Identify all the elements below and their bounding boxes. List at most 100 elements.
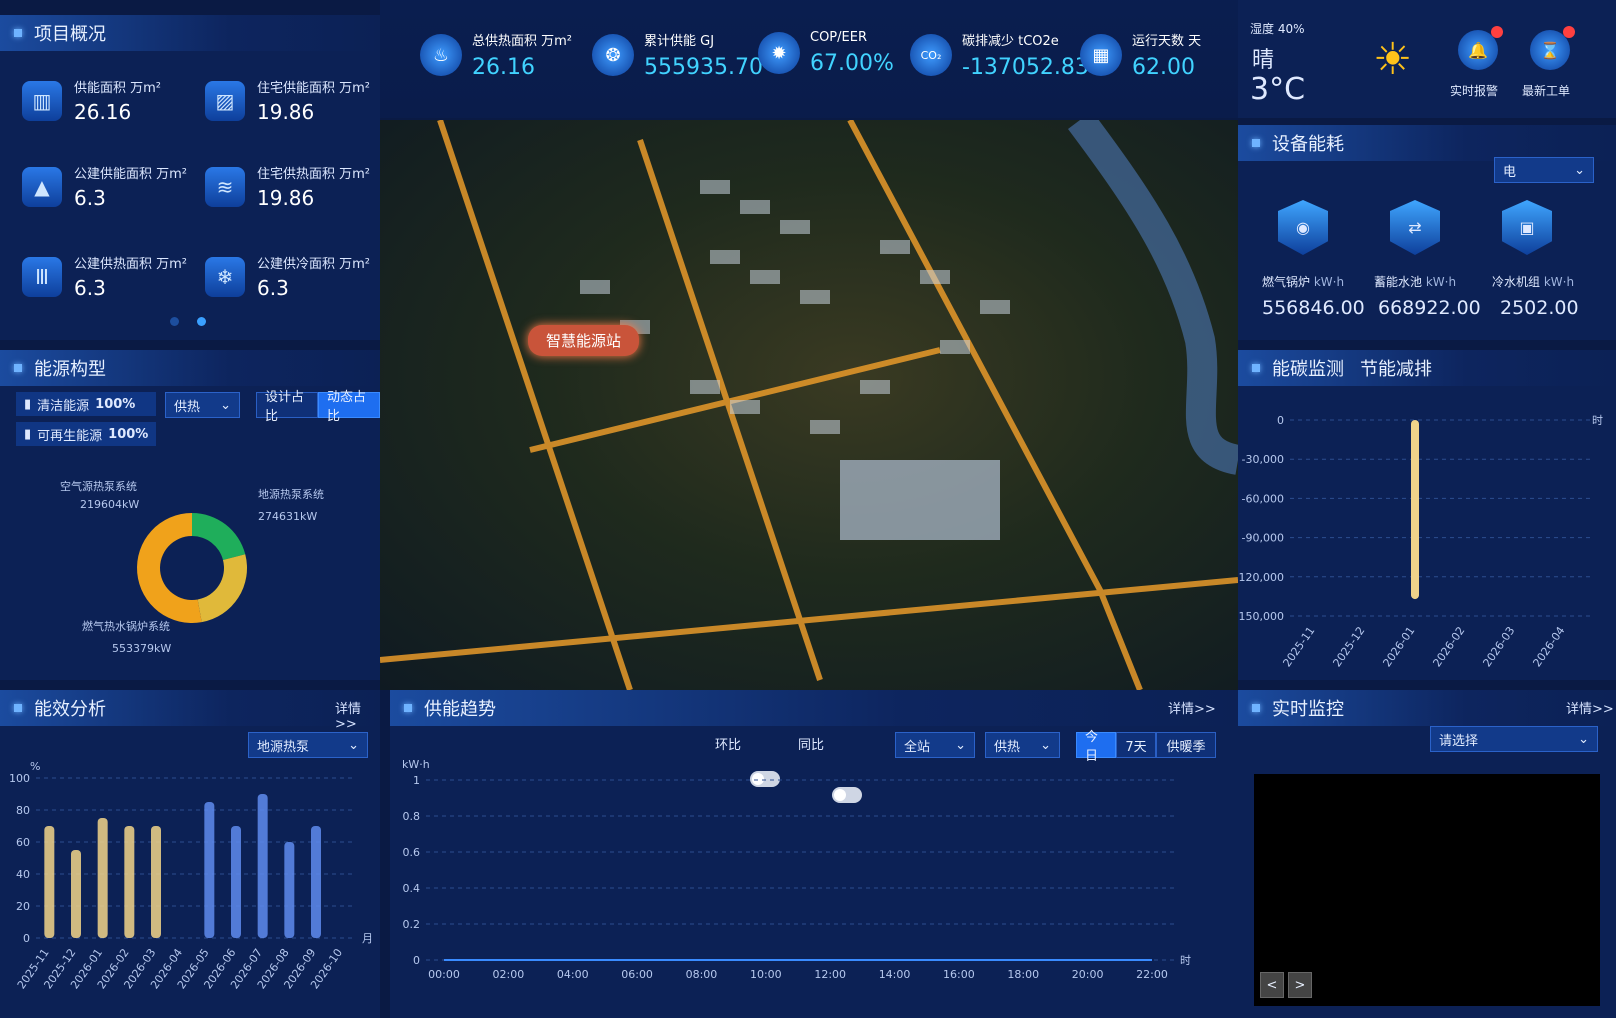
efficiency-bar-chart: %0204060801002025-112025-122026-012026-0…	[9, 760, 373, 991]
device-value-boiler: 556846.00	[1262, 297, 1365, 319]
kpi-value: 67.00%	[810, 51, 894, 76]
x-tick-label: 06:00	[621, 968, 653, 981]
tile-value: 6.3	[257, 276, 289, 300]
tile-value: 26.16	[74, 100, 132, 124]
kpi-label: 累计供能 GJ	[644, 34, 715, 49]
y-tick-label: 60	[16, 836, 30, 849]
radiator-icon: ▨	[205, 80, 245, 121]
tile-supply-area: ▥ 供能面积 万m² 26.16	[22, 77, 161, 124]
map-roads	[380, 120, 1238, 690]
carbon-bar	[1411, 420, 1419, 600]
next-camera-button[interactable]: >	[1288, 972, 1312, 998]
x-tick-label: 20:00	[1072, 968, 1104, 981]
kpi-value: 555935.70	[644, 55, 763, 80]
tile-label: 公建供能面积 万m²	[74, 167, 188, 182]
y-tick-label: 0.2	[403, 918, 421, 931]
x-tick-label: 04:00	[557, 968, 589, 981]
carbon-bar-chart: 0-30,000-60,000-90,000-120,000-150,00020…	[1238, 414, 1603, 669]
y-tick-label: 100	[9, 772, 30, 785]
select-value: 请选择	[1439, 733, 1479, 749]
y-tick-label: 0	[1277, 414, 1284, 427]
alarm-label[interactable]: 实时报警	[1450, 82, 1498, 99]
snowflake-icon: ❄	[205, 256, 245, 297]
y-tick-label: -60,000	[1242, 492, 1284, 505]
efficiency-bar	[124, 826, 135, 938]
seven-day-button[interactable]: 7天	[1116, 732, 1156, 758]
monitor-detail-link[interactable]: 详情>>	[1566, 698, 1614, 717]
tag-value: 100%	[95, 396, 136, 412]
y-unit-label: %	[30, 760, 40, 773]
panel-title-text: 设备能耗	[1272, 134, 1344, 155]
x-tick-label: 2025-11	[1280, 624, 1317, 669]
alarm-badge	[1491, 26, 1503, 38]
tile-label: 公建供冷面积 万m²	[257, 257, 371, 272]
x-tick-label: 00:00	[428, 968, 460, 981]
select-value: 供热	[994, 739, 1021, 755]
building-icon: ▥	[22, 80, 62, 121]
tag-label: 可再生能源	[37, 428, 103, 444]
tile-value: 6.3	[74, 276, 106, 300]
sun-snow-icon: ✹	[758, 32, 800, 74]
design-ratio-button[interactable]: 设计占比	[256, 390, 318, 424]
kpi-value: 62.00	[1132, 55, 1195, 80]
y-tick-label: 0	[413, 954, 420, 967]
efficiency-bar	[284, 842, 295, 938]
page-dot-2[interactable]	[197, 317, 206, 326]
trend-detail-link[interactable]: 详情>>	[1168, 698, 1216, 717]
overview-title: 项目概况	[0, 15, 380, 51]
slice-label-ground: 地源热泵系统	[258, 487, 324, 501]
efficiency-bar	[204, 802, 215, 938]
tile-value: 19.86	[257, 100, 315, 124]
tile-public-area: ▲ 公建供能面积 万m² 6.3	[22, 163, 187, 210]
efficiency-detail-link[interactable]: 详情>>	[335, 698, 380, 732]
carbon-tab[interactable]: 能碳监测	[1272, 355, 1344, 381]
panel-title-text: 供能趋势	[424, 699, 496, 720]
x-tick-label: 2026-01	[1380, 624, 1417, 669]
tile-residential-area: ▨ 住宅供能面积 万m² 19.86	[205, 77, 370, 124]
select-value: 全站	[904, 739, 931, 755]
device-name: 燃气锅炉	[1262, 275, 1311, 289]
station-marker[interactable]: 智慧能源站	[528, 325, 640, 356]
tag-label: 清洁能源	[37, 398, 90, 414]
select-value: 电	[1503, 164, 1517, 180]
camera-select[interactable]: 请选择 ⌄	[1430, 726, 1598, 752]
overview-panel: 项目概况 ▥ 供能面积 万m² 26.16 ▨ 住宅供能面积 万m² 19.86 ▲ 公建…	[0, 15, 380, 340]
heating-season-button[interactable]: 供暖季	[1156, 732, 1216, 758]
chevron-down-icon: ⌄	[1578, 731, 1589, 747]
supply-type-select[interactable]: 供热 ⌄	[985, 732, 1060, 758]
bar-chart-icon: ▮	[24, 396, 32, 412]
kpi-total-heat-area: ♨ 总供热面积 万m² 26.16	[420, 30, 572, 80]
x-unit-label: 时	[1592, 414, 1603, 427]
device-unit: kW·h	[1313, 275, 1345, 289]
dynamic-ratio-button[interactable]: 动态占比	[318, 390, 380, 424]
station-select[interactable]: 全站 ⌄	[895, 732, 975, 758]
donut-slice-2	[136, 513, 202, 623]
campus-map[interactable]: 智慧能源站	[380, 120, 1238, 690]
humidity-text: 湿度 40%	[1250, 22, 1305, 36]
device-label-chiller: 冷水机组 kW·h	[1492, 273, 1574, 290]
storage-tank-icon: ⇄	[1390, 200, 1440, 255]
energy-type-select[interactable]: 电 ⌄	[1494, 157, 1594, 183]
slice-label-air: 空气源热泵系统	[60, 479, 137, 493]
structure-title: 能源构型	[0, 350, 380, 386]
energy-drop-icon: ❂	[592, 34, 634, 76]
work-order-label[interactable]: 最新工单	[1522, 82, 1570, 99]
kpi-value: 26.16	[472, 55, 535, 80]
trend-line-chart: kW·h 0 0.2 0.4 0.6 0.8 1 00:00 02:00 04:00 06:00 08…	[402, 760, 1191, 981]
structure-mode-select[interactable]: 供热 ⌄	[165, 392, 240, 418]
y-tick-label: -30,000	[1242, 453, 1284, 466]
x-tick-label: 2026-04	[1530, 624, 1567, 669]
page-dot-1[interactable]	[170, 317, 179, 326]
carbon-title: 能碳监测 节能减排	[1238, 350, 1616, 386]
today-button[interactable]: 今日	[1076, 730, 1116, 764]
emission-tab[interactable]: 节能减排	[1360, 355, 1432, 381]
slice-value-air: 219604kW	[80, 498, 139, 511]
device-label-boiler: 燃气锅炉 kW·h	[1262, 273, 1344, 290]
boiler-icon: ◉	[1278, 200, 1328, 255]
device-value-chiller: 2502.00	[1500, 297, 1579, 319]
clean-energy-tag: ▮ 清洁能源 100%	[16, 392, 156, 416]
prev-camera-button[interactable]: <	[1260, 972, 1284, 998]
efficiency-panel: 能效分析 详情>> 地源热泵 ⌄ % 0 20 40 60 80 100 2025-11 2025…	[0, 690, 380, 1018]
kpi-label: 运行天数 天	[1132, 34, 1202, 49]
y-tick-label: 1	[413, 774, 420, 787]
